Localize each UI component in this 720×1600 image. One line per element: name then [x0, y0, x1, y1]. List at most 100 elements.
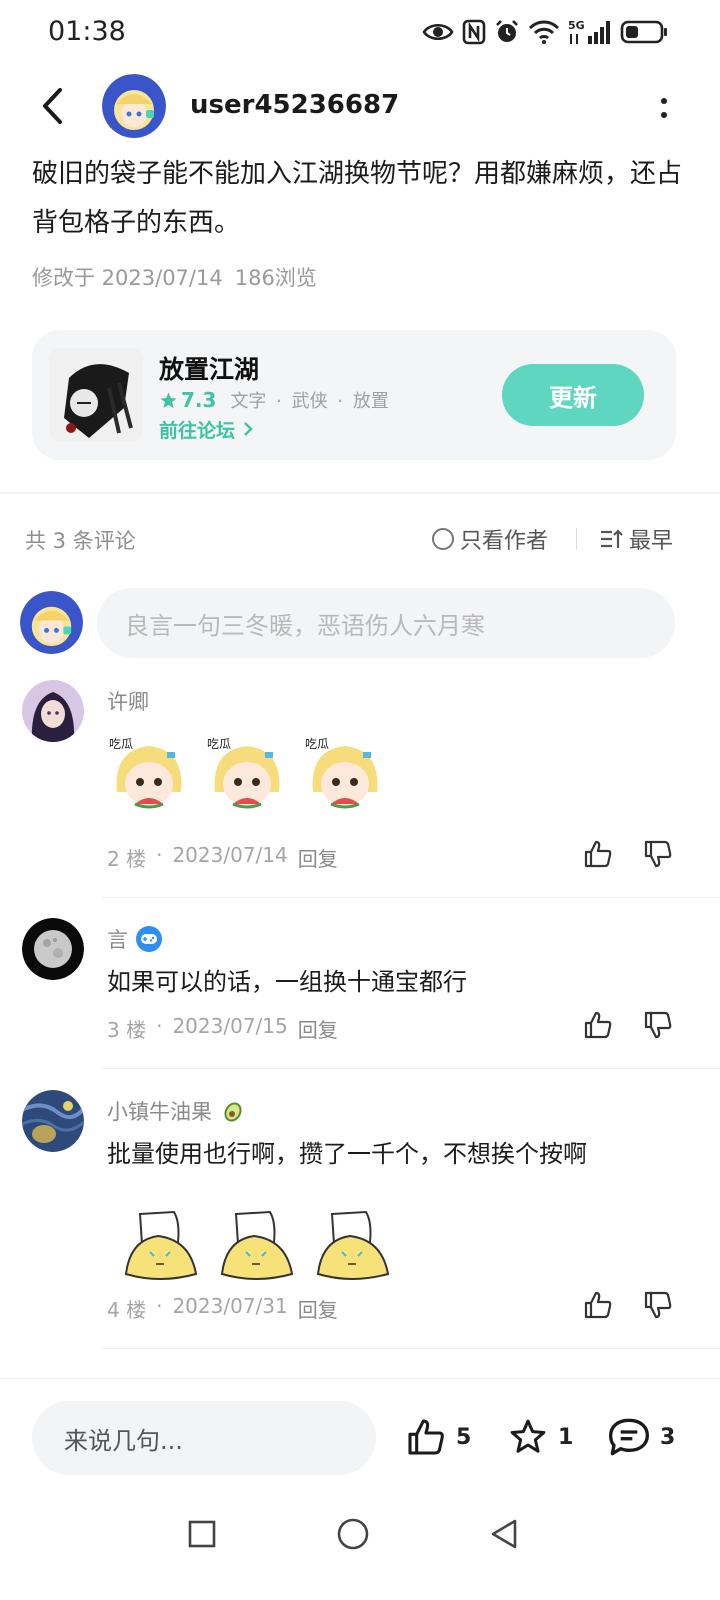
- comment-post-button[interactable]: 3: [606, 1417, 675, 1457]
- thumbs-down-icon: [644, 1011, 672, 1039]
- comment-author[interactable]: 许卿: [107, 686, 149, 716]
- author-avatar[interactable]: [102, 74, 166, 138]
- game-tag: 武侠: [291, 391, 328, 412]
- signal-5g-icon: 5G: [568, 19, 610, 44]
- comment-meta: 4 楼 · 2023/07/31 回复: [107, 1294, 338, 1323]
- comment-divider: [102, 1068, 720, 1069]
- thumbs-up-icon: [584, 1291, 612, 1319]
- comment-author[interactable]: 言: [107, 924, 162, 954]
- sticker-yellow-blob: [220, 1210, 294, 1280]
- comment-text: 如果可以的话，一组换十通宝都行: [107, 968, 467, 996]
- star-outline-icon: [510, 1419, 546, 1453]
- radio-circle-icon[interactable]: [432, 528, 454, 550]
- chat-bubble-icon: [609, 1418, 649, 1456]
- comment-actions: [582, 838, 674, 870]
- forum-link[interactable]: 前往论坛: [159, 416, 254, 443]
- bottom-action-bar: 来说几句... 5 1 3: [0, 1378, 720, 1488]
- dislike-button[interactable]: [642, 1009, 674, 1041]
- more-vertical-icon: [661, 98, 667, 104]
- game-tag: 文字: [230, 391, 267, 412]
- comments-header: 共 3 条评论 只看作者 最早: [0, 520, 720, 560]
- sticker-eating-melon: 吃瓜: [109, 737, 182, 809]
- back-button[interactable]: [34, 86, 70, 126]
- like-button[interactable]: [582, 838, 614, 870]
- svg-text:吃瓜: 吃瓜: [207, 737, 231, 751]
- sticker-eating-melon: 吃瓜: [207, 737, 280, 809]
- nfc-icon: [462, 19, 486, 45]
- like-button[interactable]: [582, 1009, 614, 1041]
- dislike-button[interactable]: [642, 1289, 674, 1321]
- comment-actions: [582, 1289, 674, 1321]
- back-triangle-icon: [491, 1519, 517, 1549]
- like-button[interactable]: [582, 1289, 614, 1321]
- sticker-yellow-blob: [124, 1210, 198, 1280]
- game-rating-value: 7.3: [181, 388, 217, 412]
- post-content: 破旧的袋子能不能加入江湖换物节呢？用都嫌麻烦，还占背包格子的东西。: [32, 159, 683, 238]
- recent-apps-button[interactable]: [182, 1514, 222, 1554]
- thumbs-down-icon: [644, 840, 672, 868]
- sort-button[interactable]: 最早: [599, 523, 673, 555]
- comment-item: 言 如果可以的话，一组换十通宝都行 3 楼 · 2023/07/15 回复: [0, 918, 720, 1070]
- more-options-button[interactable]: [656, 90, 672, 126]
- reply-button[interactable]: 回复: [298, 1014, 338, 1043]
- status-time: 01:38: [48, 16, 126, 47]
- thumbs-up-icon: [408, 1419, 444, 1455]
- comment-item: 小镇牛油果 批量使用也行啊，攒了一千个，不想挨个按啊 4 楼 · 2023/07/…: [0, 1090, 720, 1352]
- say-something-input[interactable]: 来说几句...: [32, 1401, 376, 1475]
- favorite-post-button[interactable]: 1: [506, 1417, 573, 1457]
- status-bar: 01:38 5G: [0, 0, 720, 70]
- comment-floor: 3 楼: [107, 1018, 147, 1042]
- sort-icon: [601, 529, 623, 548]
- comment-meta: 2 楼 · 2023/07/14 回复: [107, 843, 338, 872]
- game-name[interactable]: 放置江湖: [159, 350, 259, 386]
- section-divider: [0, 492, 720, 494]
- comment-avatar[interactable]: [22, 918, 84, 980]
- post-header: user45236687: [0, 72, 720, 142]
- update-button[interactable]: 更新: [502, 364, 644, 426]
- game-rating: 7.3: [159, 388, 216, 412]
- comment-text: 批量使用也行啊，攒了一千个，不想挨个按啊: [107, 1140, 587, 1168]
- alarm-icon: [496, 20, 518, 42]
- gamepad-badge-icon: [136, 926, 162, 952]
- game-tags: 文字 · 武侠 · 放置: [230, 391, 389, 412]
- author-only-toggle[interactable]: 只看作者: [432, 523, 548, 555]
- thumbs-up-icon: [584, 1011, 612, 1039]
- star-filled-icon: [160, 392, 177, 408]
- post-meta: 修改于 2023/07/14 186浏览: [32, 262, 329, 292]
- comment-actions: [582, 1009, 674, 1041]
- thumbs-down-icon: [644, 1291, 672, 1319]
- game-card[interactable]: 放置江湖 7.3 文字 · 武侠 · 放置 前往论坛 更新: [32, 330, 676, 460]
- reply-button[interactable]: 回复: [298, 843, 338, 872]
- dislike-button[interactable]: [642, 838, 674, 870]
- comment-avatar[interactable]: [22, 680, 84, 742]
- comment-author[interactable]: 小镇牛油果: [107, 1096, 246, 1126]
- thumbs-up-icon: [584, 840, 612, 868]
- recent-apps-icon: [188, 1520, 216, 1548]
- comment-date: 2023/07/31: [172, 1294, 288, 1318]
- my-avatar: [20, 591, 83, 654]
- game-icon[interactable]: [49, 348, 143, 442]
- system-nav-bar: [0, 1500, 720, 1600]
- sticker-row: [120, 1202, 396, 1290]
- status-icons: 5G: [422, 18, 668, 46]
- post-modified-date: 修改于 2023/07/14: [32, 266, 223, 290]
- like-post-button[interactable]: 5: [404, 1417, 471, 1457]
- home-icon: [337, 1518, 369, 1550]
- post-view-count: 186浏览: [234, 266, 317, 290]
- back-nav-button[interactable]: [484, 1514, 524, 1554]
- comment-date: 2023/07/14: [172, 843, 288, 867]
- eye-icon: [422, 23, 454, 41]
- back-arrow-icon: [43, 88, 62, 124]
- author-username[interactable]: user45236687: [190, 90, 399, 120]
- comment-divider: [102, 1348, 720, 1349]
- game-stats: 7.3 文字 · 武侠 · 放置: [159, 387, 393, 413]
- svg-text:吃瓜: 吃瓜: [305, 737, 329, 751]
- chevron-right-icon: [243, 422, 253, 436]
- avocado-icon: [224, 1102, 242, 1122]
- game-tag: 放置: [352, 391, 389, 412]
- home-button[interactable]: [333, 1514, 373, 1554]
- comment-input[interactable]: 良言一句三冬暖，恶语伤人六月寒: [97, 588, 675, 658]
- reply-button[interactable]: 回复: [298, 1294, 338, 1323]
- sticker-eating-melon: 吃瓜: [305, 737, 378, 809]
- comment-avatar[interactable]: [22, 1090, 84, 1152]
